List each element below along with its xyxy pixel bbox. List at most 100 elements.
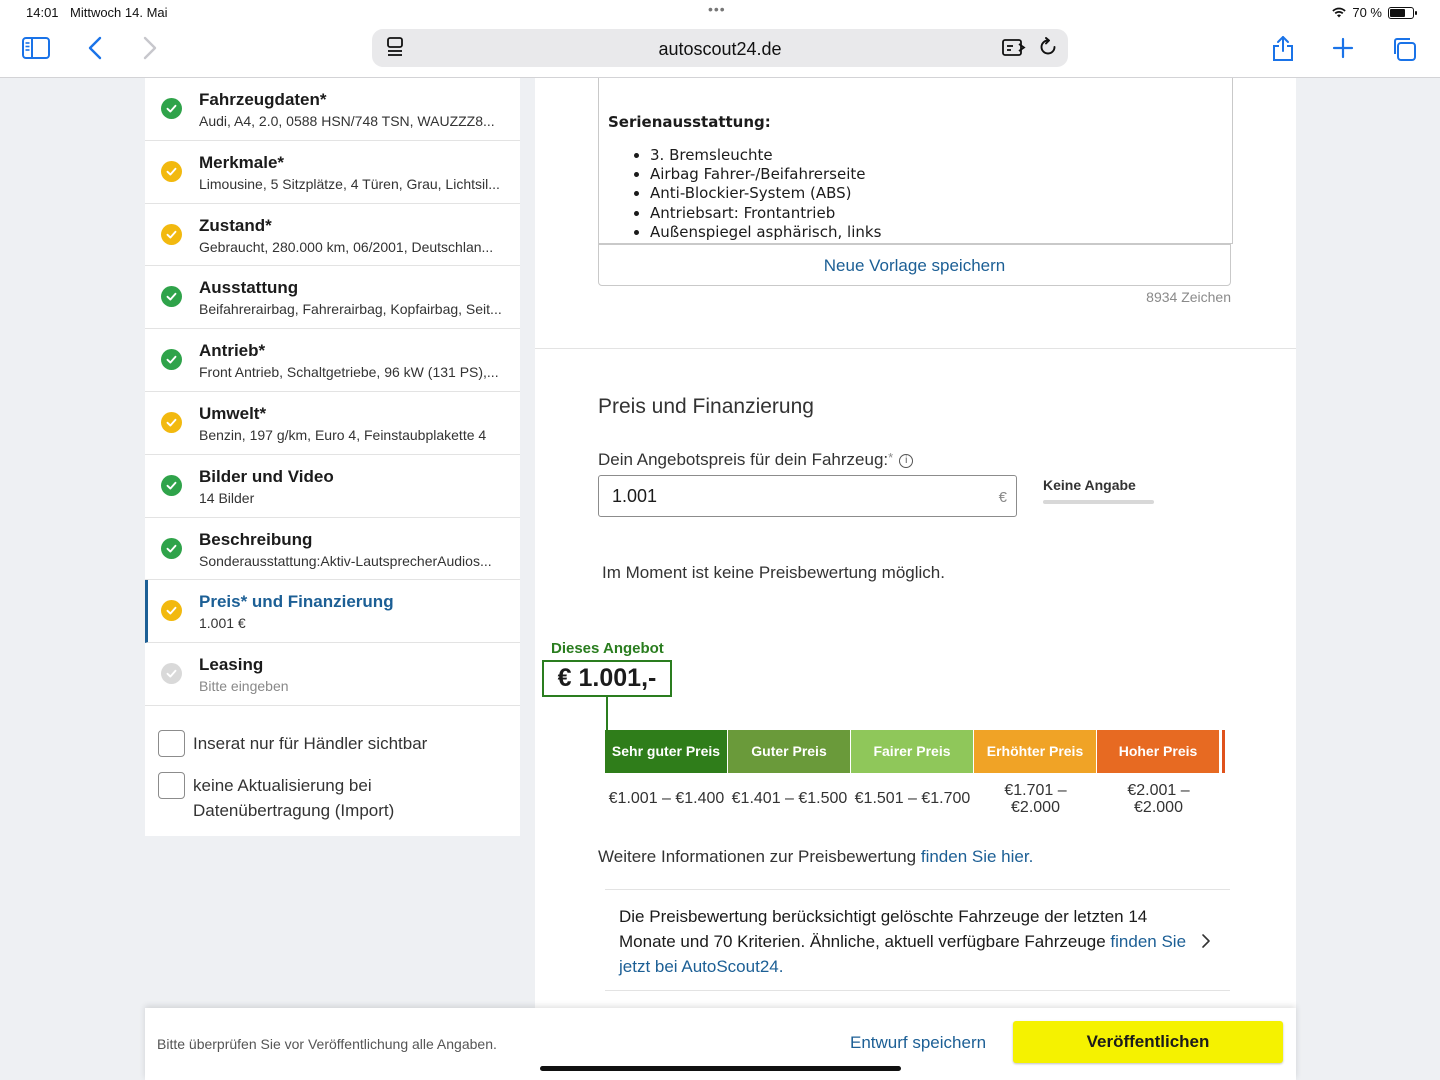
new-tab-icon[interactable]: [1332, 37, 1354, 59]
no-import-update-label-1: keine Aktualisierung bei: [193, 776, 372, 795]
check-incomplete-icon: [161, 411, 182, 433]
step-list: Fahrzeugdaten* Audi, A4, 2.0, 0588 HSN/74…: [145, 78, 520, 706]
sidebar-step[interactable]: Merkmale* Limousine, 5 Sitzplätze, 4 Türe…: [145, 141, 520, 204]
price-range: €1.501 – €1.700: [851, 782, 974, 816]
status-date: Mittwoch 14. Mai: [70, 5, 168, 20]
price-scale-segment: Sehr guter Preis: [605, 730, 728, 773]
more-info-link[interactable]: finden Sie hier.: [921, 847, 1033, 866]
forward-icon[interactable]: [143, 36, 157, 60]
price-range: €1.001 – €1.400: [605, 782, 728, 816]
price-range-line: €1.501 – €1.700: [854, 790, 971, 807]
address-bar[interactable]: autoscout24.de: [372, 29, 1068, 67]
review-hint: Bitte überprüfen Sie vor Veröffentlichun…: [157, 1036, 497, 1052]
check-incomplete-icon: [161, 160, 182, 182]
price-scale-segment: Fairer Preis: [851, 730, 974, 773]
price-range-line: €1.001 – €1.400: [608, 790, 725, 807]
price-range-line: €2.000: [1134, 799, 1183, 816]
sidebar-step-summary: Sonderausstattung:Aktiv-LautsprecherAudi…: [199, 552, 492, 569]
sidebar-step-title: Beschreibung: [199, 529, 313, 549]
section-title: Preis und Finanzierung: [598, 395, 814, 418]
price-ranges: €1.001 – €1.400 €1.401 – €1.500 €1.501 – €…: [605, 782, 1220, 816]
dealer-only-option[interactable]: Inserat nur für Händler sichtbar: [158, 730, 427, 757]
no-import-update-checkbox[interactable]: [158, 772, 185, 799]
divider: [605, 889, 1230, 890]
check-done-icon: [161, 98, 182, 119]
equipment-item: 3. Bremsleuchte: [650, 146, 881, 165]
equipment-item: Airbag Fahrer-/Beifahrerseite: [650, 165, 881, 184]
sidebar-step[interactable]: Leasing Bitte eingeben: [145, 643, 520, 706]
equipment-list: 3. BremsleuchteAirbag Fahrer-/Beifahrers…: [650, 146, 881, 242]
sidebar-toggle-icon[interactable]: [22, 37, 50, 59]
sidebar-step-title: Umwelt*: [199, 403, 267, 423]
url-text: autoscout24.de: [658, 39, 782, 59]
chevron-right-icon[interactable]: [1201, 933, 1211, 954]
check-incomplete-icon: [161, 600, 182, 622]
sidebar-step-title: Fahrzeugdaten*: [199, 90, 327, 109]
tabs-overview-icon[interactable]: [1391, 36, 1417, 62]
info-icon[interactable]: i: [899, 453, 914, 468]
sidebar-step-summary: Front Antrieb, Schaltgetriebe, 96 kW (13…: [199, 364, 499, 381]
description-preview[interactable]: Serienausstattung: 3. BremsleuchteAirbag…: [598, 78, 1233, 244]
translate-icon[interactable]: [1002, 38, 1026, 63]
sidebar-step[interactable]: Preis* und Finanzierung 1.001 €: [145, 580, 520, 644]
sidebar-step[interactable]: Zustand* Gebraucht, 280.000 km, 06/2001, …: [145, 204, 520, 267]
save-template-button[interactable]: Neue Vorlage speichern: [598, 244, 1231, 286]
description-heading: Serienausstattung:: [608, 113, 771, 131]
no-info-toggle-bar: [1043, 500, 1154, 504]
equipment-item: Außenspiegel asphärisch, links: [650, 223, 881, 242]
check-done-icon: [161, 474, 182, 496]
price-label: Dein Angebotspreis für dein Fahrzeug:* i: [598, 450, 914, 470]
browser-toolbar: autoscout24.de: [0, 24, 1440, 78]
share-icon[interactable]: [1271, 34, 1295, 62]
reload-icon[interactable]: [1038, 37, 1058, 62]
sidebar-step[interactable]: Umwelt* Benzin, 197 g/km, Euro 4, Feinsta…: [145, 392, 520, 455]
dealer-only-checkbox[interactable]: [158, 730, 185, 757]
dealer-only-label: Inserat nur für Händler sichtbar: [193, 734, 428, 753]
status-time: 14:01: [26, 5, 59, 20]
no-import-update-label-2: Datenübertragung (Import): [193, 801, 395, 820]
equipment-item: Anti-Blockier-System (ABS): [650, 184, 881, 203]
no-import-update-option[interactable]: keine Aktualisierung bei Datenübertragun…: [158, 772, 394, 823]
no-info-toggle[interactable]: Keine Angabe: [1043, 477, 1136, 493]
check-done-icon: [161, 349, 182, 371]
required-mark: *: [888, 450, 894, 465]
sidebar-step-summary: Limousine, 5 Sitzplätze, 4 Türen, Grau, …: [199, 175, 500, 192]
price-input[interactable]: 1.001 €: [598, 475, 1017, 517]
multitasking-dots-icon[interactable]: •••: [708, 1, 726, 17]
price-scale-segment: Guter Preis: [728, 730, 851, 773]
price-range: €1.401 – €1.500: [728, 782, 851, 816]
step-sidebar: Fahrzeugdaten* Audi, A4, 2.0, 0588 HSN/74…: [145, 78, 520, 836]
price-scale-segment: Erhöhter Preis: [974, 730, 1097, 773]
no-rating-message: Im Moment ist keine Preisbewertung mögli…: [602, 563, 945, 582]
price-range-line: €1.701 –: [1004, 782, 1067, 799]
home-indicator[interactable]: [540, 1066, 901, 1071]
wifi-icon: [1332, 7, 1347, 18]
price-range-line: €1.401 – €1.500: [731, 790, 848, 807]
sidebar-step[interactable]: Antrieb* Front Antrieb, Schaltgetriebe, 9…: [145, 329, 520, 392]
sidebar-step-summary: Audi, A4, 2.0, 0588 HSN/748 TSN, WAUZZZ8…: [199, 113, 495, 129]
sidebar-step-summary: Gebraucht, 280.000 km, 06/2001, Deutschl…: [199, 238, 494, 255]
sidebar-step-summary: Bitte eingeben: [199, 678, 289, 695]
sidebar-step-title: Bilder und Video: [199, 466, 334, 486]
sidebar-step-title: Antrieb*: [199, 341, 266, 361]
sidebar-step[interactable]: Ausstattung Beifahrerairbag, Fahrerairbag…: [145, 266, 520, 330]
sidebar-step-title: Preis* und Finanzierung: [199, 592, 394, 612]
sidebar-step[interactable]: Bilder und Video 14 Bilder: [145, 455, 520, 518]
save-draft-button[interactable]: Entwurf speichern: [850, 1033, 986, 1053]
main-content: Serienausstattung: 3. BremsleuchteAirbag…: [535, 78, 1296, 1080]
section-divider: [535, 348, 1296, 349]
char-count: 8934 Zeichen: [1146, 289, 1231, 305]
back-icon[interactable]: [88, 36, 102, 60]
offer-price-badge: € 1.001,-: [542, 660, 672, 697]
sidebar-step-title: Merkmale*: [199, 152, 285, 172]
price-rating-scale: Sehr guter Preis Guter Preis Fairer Preis E…: [605, 730, 1220, 773]
check-done-icon: [161, 537, 182, 559]
publish-button[interactable]: Veröffentlichen: [1013, 1021, 1283, 1063]
price-range: €1.701 – €2.000: [974, 782, 1097, 816]
sidebar-step[interactable]: Beschreibung Sonderausstattung:Aktiv-Laut…: [145, 518, 520, 581]
price-rating-explanation[interactable]: Die Preisbewertung berücksichtigt gelösc…: [619, 904, 1199, 979]
sidebar-step-summary: Benzin, 197 g/km, Euro 4, Feinstaubplake…: [199, 426, 487, 443]
sidebar-step[interactable]: Fahrzeugdaten* Audi, A4, 2.0, 0588 HSN/74…: [145, 78, 520, 141]
more-info-text: Weitere Informationen zur Preisbewertung…: [598, 847, 1034, 866]
sidebar-step-title: Ausstattung: [199, 278, 299, 298]
